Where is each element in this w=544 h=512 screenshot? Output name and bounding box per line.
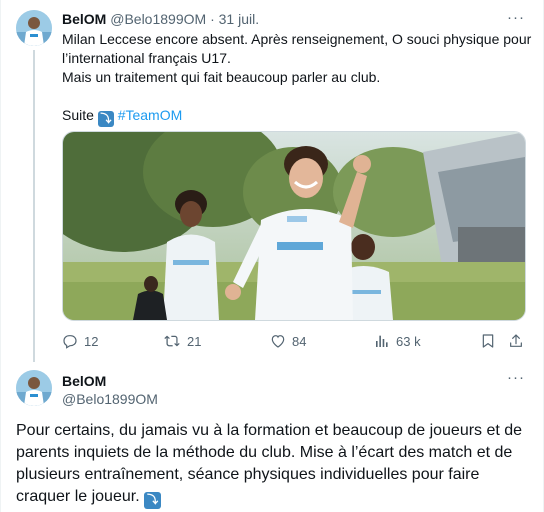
tweet-text: Milan Leccese encore absent. Après rense…: [62, 30, 532, 127]
tweet-date[interactable]: 31 juil.: [219, 11, 259, 27]
views-icon: [376, 335, 388, 347]
repost-icon: [164, 335, 180, 347]
author-name[interactable]: BelOM: [62, 372, 106, 390]
tweet-actions: 12 21 84 63 k: [62, 330, 524, 352]
author-handle[interactable]: @Belo1899OM: [110, 11, 206, 27]
repost-button[interactable]: 21: [163, 330, 201, 352]
bookmark-button[interactable]: [480, 330, 496, 352]
tweet-line: Suite ⤵ #TeamOM: [62, 106, 532, 127]
hashtag-link[interactable]: #TeamOM: [118, 107, 183, 123]
tweet-2[interactable]: BelOM @Belo1899OM ··· Pour certains, du …: [0, 362, 544, 512]
author-handle[interactable]: @Belo1899OM: [62, 390, 158, 408]
tweet-header: BelOM @Belo1899OM · 31 juil.: [62, 10, 259, 28]
more-options-icon[interactable]: ···: [506, 370, 526, 386]
tweet-line: Mais un traitement qui fait beaucoup par…: [62, 69, 381, 85]
bookmark-icon: [482, 334, 494, 348]
share-icon: [510, 334, 522, 347]
tweet-image[interactable]: [62, 131, 526, 321]
down-arrow-emoji-icon: ⤵: [97, 111, 114, 127]
tweet-1[interactable]: BelOM @Belo1899OM · 31 juil. ··· Milan L…: [0, 0, 544, 362]
repost-count: 21: [187, 333, 202, 349]
suite-label: Suite: [62, 107, 94, 123]
heart-icon: [271, 335, 285, 348]
photo-football-celebration-icon: [63, 132, 525, 320]
tweet-body: Pour certains, du jamais vu à la formati…: [16, 422, 523, 505]
separator: ·: [210, 11, 215, 27]
down-arrow-emoji-icon: ⤵: [144, 492, 162, 509]
view-count: 63 k: [396, 333, 421, 349]
tweet-line: Milan Leccese encore absent. Après rense…: [62, 31, 532, 47]
reply-button[interactable]: 12: [62, 330, 98, 352]
tweet-text: Pour certains, du jamais vu à la formati…: [16, 420, 528, 509]
like-button[interactable]: 84: [270, 330, 306, 352]
author-name[interactable]: BelOM: [62, 11, 106, 27]
views-button[interactable]: 63 k: [374, 330, 421, 352]
more-options-icon[interactable]: ···: [506, 10, 526, 26]
like-count: 84: [292, 333, 307, 349]
reply-icon: [63, 335, 77, 349]
share-button[interactable]: [508, 330, 524, 352]
thread-line: [33, 50, 35, 362]
avatar[interactable]: [16, 10, 52, 46]
avatar[interactable]: [16, 370, 52, 406]
tweet-line: l’international français U17.: [62, 50, 231, 66]
reply-count: 12: [84, 333, 99, 349]
